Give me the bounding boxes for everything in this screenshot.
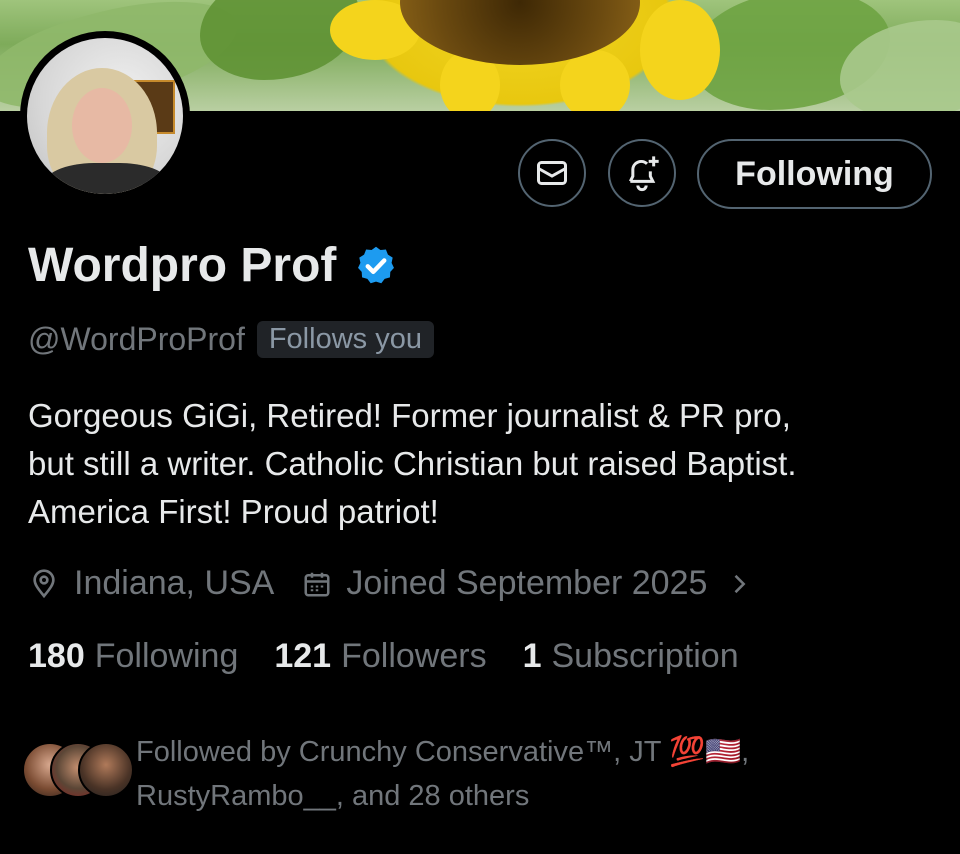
follows-you-badge: Follows you	[256, 321, 434, 358]
avatar-photo	[27, 38, 183, 194]
followed-by-text[interactable]: Followed by Crunchy Conservative™, JT 💯🇺…	[136, 730, 936, 818]
subscription-count-label: Subscription	[551, 637, 739, 675]
envelope-icon	[537, 161, 567, 185]
subscription-count: 1	[522, 637, 542, 675]
following-count: 180	[28, 637, 85, 675]
bell-plus-icon	[628, 156, 659, 192]
followers-count: 121	[274, 637, 332, 675]
followers-count-label: Followers	[341, 637, 487, 675]
calendar-icon	[304, 572, 330, 596]
verified-badge-icon	[358, 246, 395, 283]
profile-counts: 180 Following 121 Followers 1 Subscripti…	[28, 637, 739, 676]
handle-row: @WordProProf Follows you	[28, 321, 434, 358]
subscription-count-link[interactable]: 1 Subscription	[523, 637, 739, 676]
followed-by-line: Followed by Crunchy Conservative™, JT 💯🇺…	[136, 736, 750, 768]
banner-petal	[640, 0, 720, 100]
following-button-label: Following	[735, 154, 894, 193]
location-text: Indiana, USA	[74, 564, 275, 602]
bio-line: America First! Proud patriot!	[28, 493, 439, 530]
following-count-label: Following	[94, 637, 239, 675]
display-name: Wordpro Prof	[28, 239, 337, 292]
location-pin-icon	[33, 568, 55, 598]
bio-line: but still a writer. Catholic Christian b…	[28, 445, 797, 482]
profile-meta: Indiana, USA Joined September 2025	[28, 564, 753, 603]
followers-you-know-avatars[interactable]	[22, 742, 134, 798]
bio: Gorgeous GiGi, Retired! Former journalis…	[28, 392, 938, 536]
message-button[interactable]	[518, 139, 586, 207]
avatar-shirt	[42, 163, 172, 194]
avatar-face	[72, 88, 132, 163]
joined-date[interactable]: Joined September 2025	[346, 564, 707, 603]
handle: @WordProProf	[28, 321, 245, 357]
following-button[interactable]: Following	[697, 139, 932, 209]
display-name-row: Wordpro Prof	[28, 238, 398, 293]
bio-line: Gorgeous GiGi, Retired! Former journalis…	[28, 397, 791, 434]
followed-by-line: RustyRambo__, and 28 others	[136, 780, 530, 812]
chevron-right-icon[interactable]	[725, 570, 753, 598]
avatar	[78, 742, 134, 798]
followers-count-link[interactable]: 121 Followers	[274, 637, 486, 676]
following-count-link[interactable]: 180 Following	[28, 637, 238, 676]
profile-avatar[interactable]	[20, 31, 190, 201]
notify-button[interactable]	[608, 139, 676, 207]
